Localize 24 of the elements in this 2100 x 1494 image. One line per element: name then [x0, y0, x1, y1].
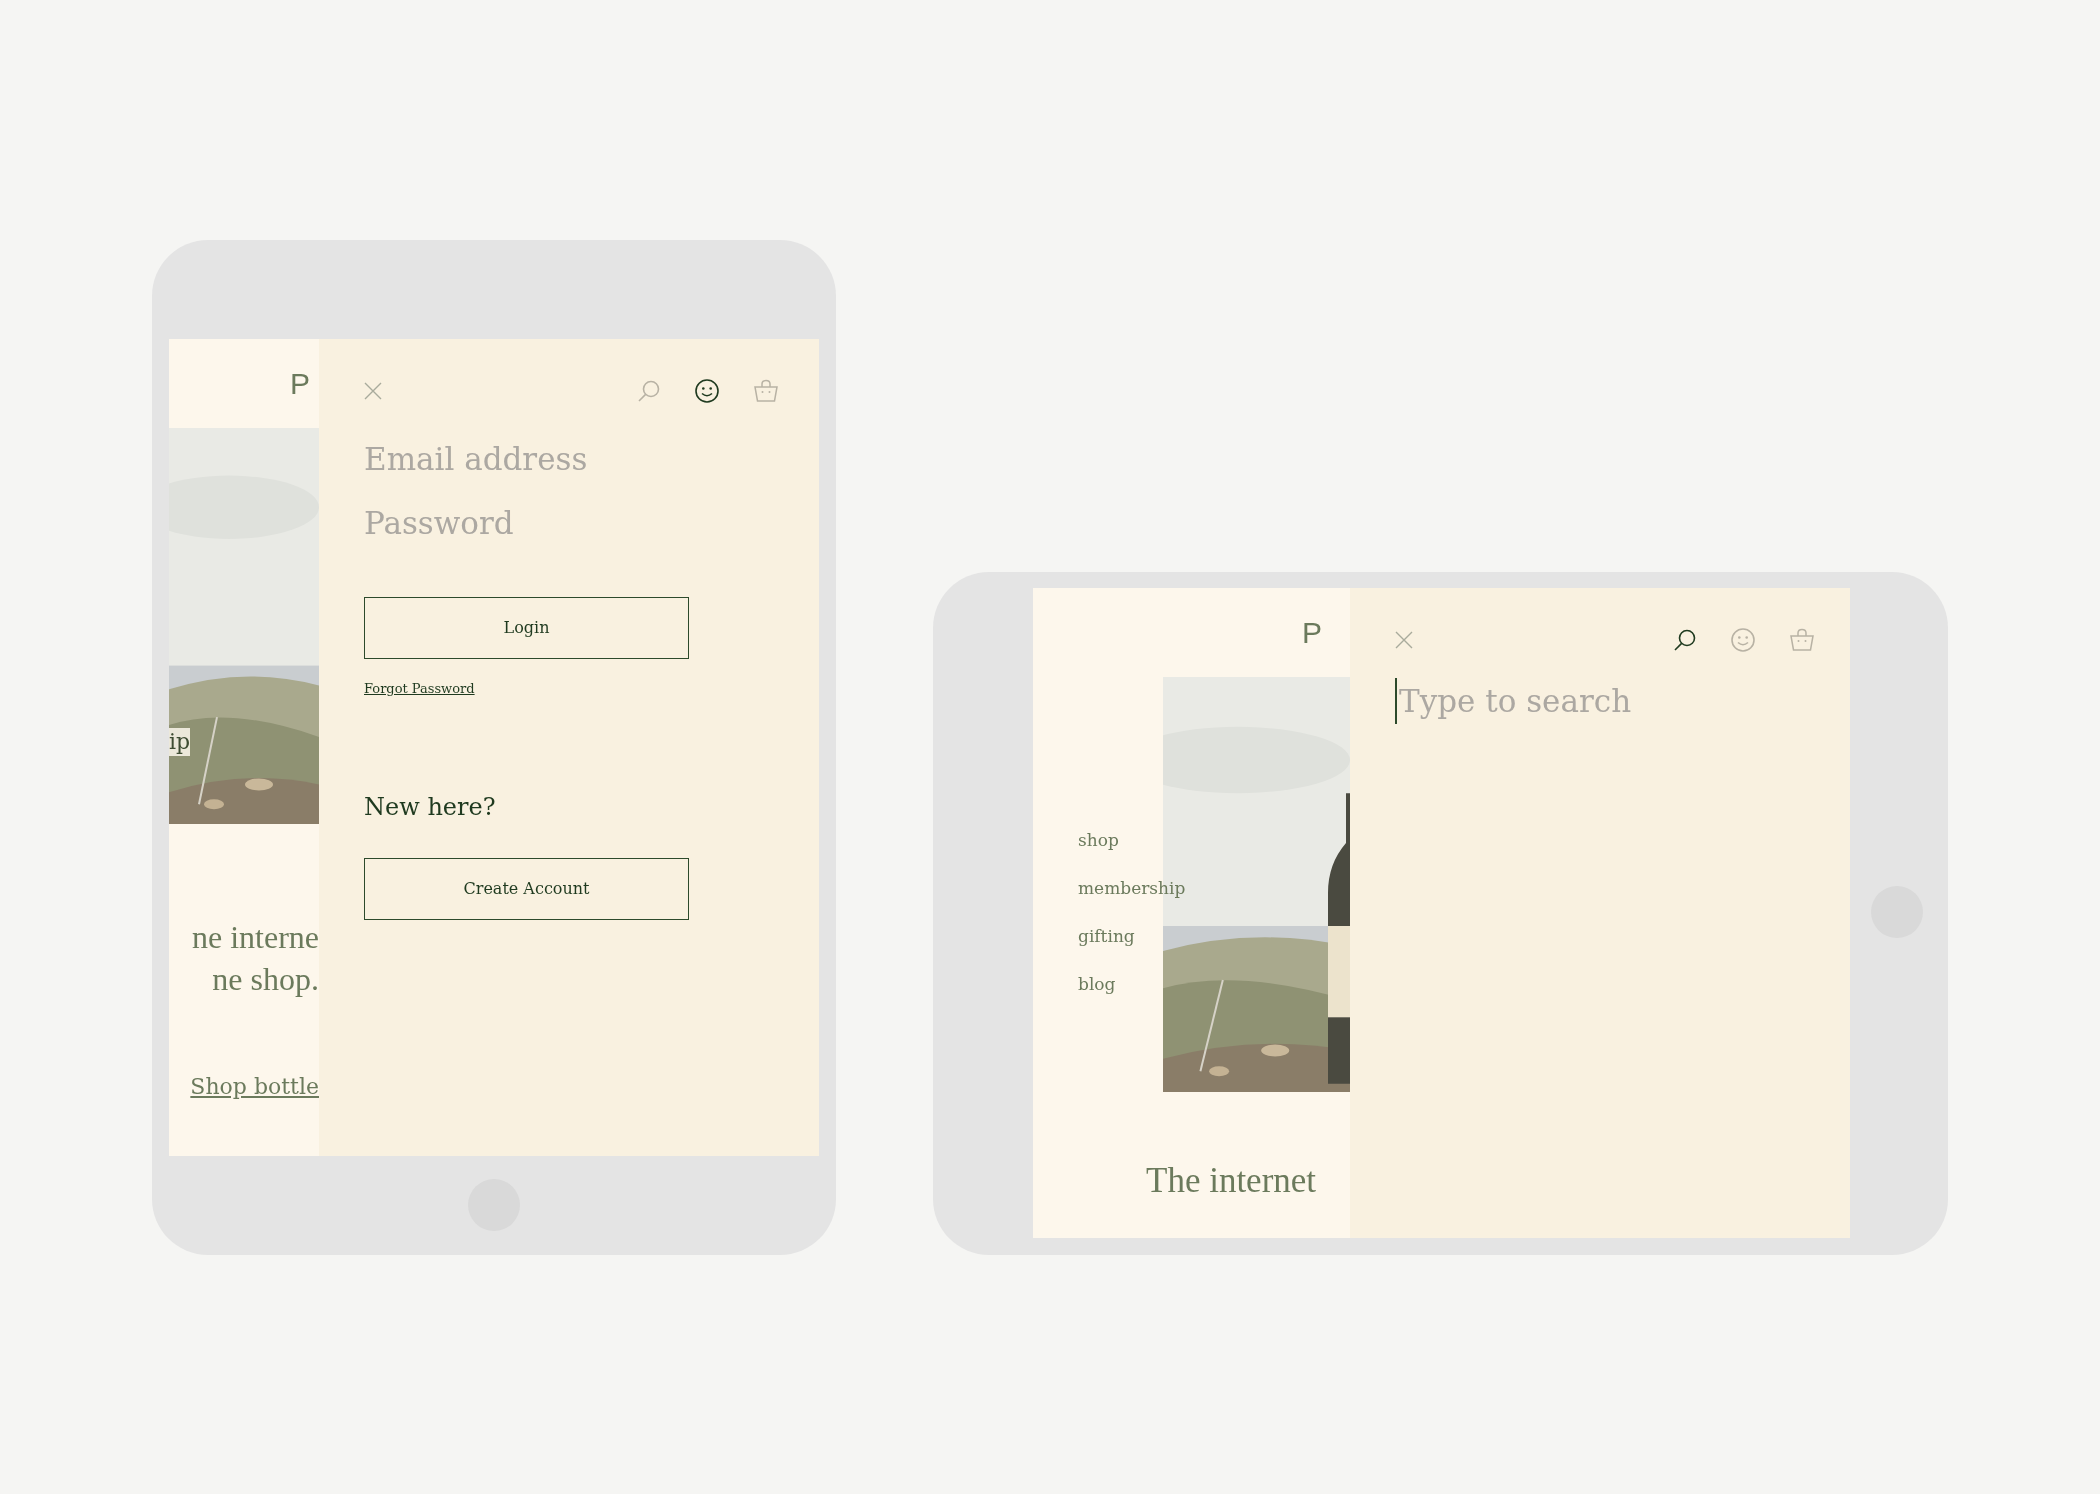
bag-button[interactable] [1789, 628, 1815, 652]
nav-link[interactable]: ip [169, 728, 191, 756]
login-button[interactable]: Login [364, 597, 689, 659]
input-field[interactable]: Email address [364, 437, 764, 481]
search-field[interactable]: Type to search [1395, 678, 1815, 724]
headline-line: ne shop. [211, 960, 319, 999]
input-field[interactable]: Password [364, 501, 764, 545]
headline-line: ne interne [190, 918, 319, 957]
search-button[interactable] [1673, 628, 1697, 652]
nav-link[interactable]: blog [1078, 971, 1116, 997]
close-button[interactable] [1395, 631, 1413, 649]
nav-link[interactable]: membership [1078, 875, 1186, 901]
section-heading: New here? [364, 792, 497, 822]
forgot-password-link[interactable]: Forgot Password [364, 679, 475, 699]
nav-link[interactable]: shop [1078, 827, 1119, 853]
shop-link[interactable]: Shop bottle [169, 1070, 319, 1103]
nav-link[interactable]: gifting [1078, 923, 1135, 949]
headline-line: The internet [1146, 1160, 1318, 1202]
create-account-button[interactable]: Create Account [364, 858, 689, 920]
logo: P [1302, 617, 1322, 648]
account-button[interactable] [694, 378, 720, 404]
logo: P [290, 368, 310, 399]
bag-button[interactable] [753, 379, 779, 403]
close-button[interactable] [364, 382, 382, 400]
